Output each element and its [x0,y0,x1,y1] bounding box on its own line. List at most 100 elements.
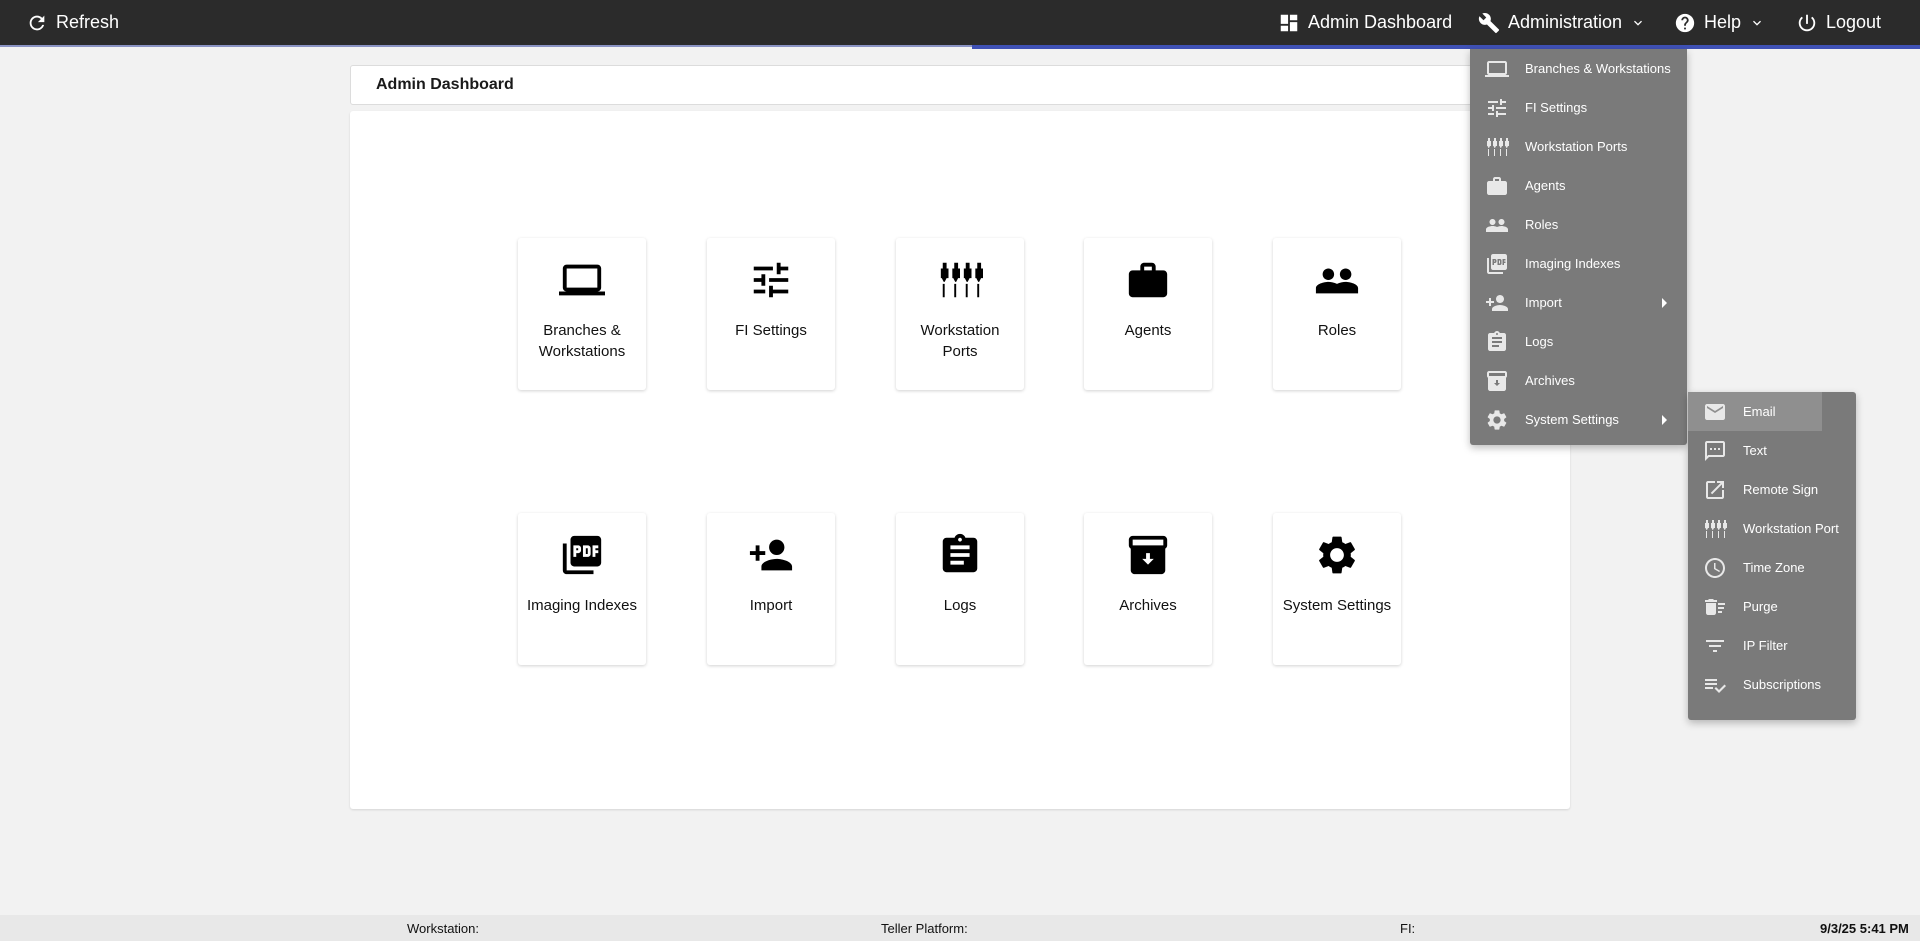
ports-icon [937,257,983,303]
submenu-item-text[interactable]: Text [1688,431,1856,470]
status-bar: Workstation: Teller Platform: FI: 9/3/25… [0,915,1920,941]
menu-item-label: Workstation Ports [1525,139,1628,154]
people-icon [1314,257,1360,303]
page-header: Admin Dashboard [350,65,1570,105]
progress-track [0,45,972,47]
tile-imaging-indexes[interactable]: Imaging Indexes [518,513,646,665]
laptop-icon [559,257,605,303]
submenu-item-label: Remote Sign [1743,482,1819,497]
tile-archives[interactable]: Archives [1084,513,1212,665]
menu-item-workstation-ports[interactable]: Workstation Ports [1470,127,1687,166]
menu-item-archives[interactable]: Archives [1470,361,1687,400]
admin-dashboard-link[interactable]: Admin Dashboard [1278,0,1452,45]
menu-item-system-settings[interactable]: System Settings [1470,400,1687,439]
fi-status: FI: [1400,921,1416,936]
pdf-icon [1485,252,1509,276]
workstation-status: Workstation: [407,921,480,936]
tile-label: Import [749,597,793,614]
menu-item-label: Logs [1525,334,1554,349]
laptop-icon [1485,57,1509,81]
open-external-icon [1703,478,1727,502]
people-icon [1485,213,1509,237]
refresh-button[interactable]: Refresh [26,0,119,45]
menu-item-agents[interactable]: Agents [1470,166,1687,205]
briefcase-icon [1485,174,1509,198]
tile-workstation-ports[interactable]: Workstation Ports [896,238,1024,390]
tune-icon [1485,96,1509,120]
menu-item-imaging-indexes[interactable]: Imaging Indexes [1470,244,1687,283]
mail-icon [1703,400,1727,424]
filter-icon [1703,634,1727,658]
datetime-display: 9/3/25 5:41 PM [1820,921,1909,936]
chevron-down-icon [1630,15,1646,31]
tile-label: Imaging Indexes [526,597,638,614]
tile-label: Archives [1119,597,1177,614]
tile-branches-workstations[interactable]: Branches & Workstations [518,238,646,390]
menu-item-logs[interactable]: Logs [1470,322,1687,361]
help-menu-button[interactable]: Help [1674,0,1765,45]
menu-item-label: Agents [1525,178,1566,193]
tile-label: Logs [943,597,977,614]
sms-icon [1703,439,1727,463]
submenu-item-label: Workstation Port [1743,521,1839,536]
tile-label: Branches & Workstations [538,322,626,360]
submenu-item-time-zone[interactable]: Time Zone [1688,548,1856,587]
tile-roles[interactable]: Roles [1273,238,1401,390]
power-icon [1796,12,1818,34]
archive-icon [1485,369,1509,393]
menu-item-fi-settings[interactable]: FI Settings [1470,88,1687,127]
delete-sweep-icon [1703,595,1727,619]
submenu-arrow-icon [1662,414,1667,425]
submenu-item-label: Time Zone [1743,560,1805,575]
system-settings-submenu: Email Text Remote Sign Workstation Port … [1688,392,1856,720]
playlist-check-icon [1703,673,1727,697]
teller-platform-status: Teller Platform: [881,921,968,936]
person-add-icon [1485,291,1509,315]
dashboard-panel: Branches & Workstations FI Settings Work… [350,111,1570,809]
gear-icon [1485,408,1509,432]
menu-item-roles[interactable]: Roles [1470,205,1687,244]
submenu-item-label: Purge [1743,599,1778,614]
tile-label: Workstation Ports [920,322,1000,360]
submenu-item-label: Email [1743,404,1776,419]
submenu-item-email[interactable]: Email [1688,392,1822,431]
admin-dashboard-label: Admin Dashboard [1308,12,1453,32]
submenu-item-purge[interactable]: Purge [1688,587,1856,626]
tile-label: Agents [1124,322,1172,339]
submenu-item-label: Text [1743,443,1767,458]
top-navigation-bar: Refresh Admin Dashboard Administration H… [0,0,1920,49]
menu-item-label: Imaging Indexes [1525,256,1621,271]
tune-icon [748,257,794,303]
logout-button[interactable]: Logout [1796,0,1881,45]
tile-fi-settings[interactable]: FI Settings [707,238,835,390]
tile-logs[interactable]: Logs [896,513,1024,665]
menu-item-branches-workstations[interactable]: Branches & Workstations [1470,49,1687,88]
submenu-item-ip-filter[interactable]: IP Filter [1688,626,1856,665]
person-add-icon [748,532,794,578]
menu-item-label: Import [1525,295,1562,310]
tile-label: Roles [1317,322,1357,339]
dashboard-icon [1278,12,1300,34]
clipboard-icon [1485,330,1509,354]
help-label: Help [1704,12,1742,32]
ports-icon [1485,135,1509,159]
tile-import[interactable]: Import [707,513,835,665]
administration-label: Administration [1508,12,1623,32]
tile-label: System Settings [1282,597,1392,614]
wrench-icon [1478,12,1500,34]
menu-item-import[interactable]: Import [1470,283,1687,322]
submenu-item-subscriptions[interactable]: Subscriptions [1688,665,1856,704]
submenu-item-remote-sign[interactable]: Remote Sign [1688,470,1856,509]
menu-item-label: FI Settings [1525,100,1588,115]
submenu-item-workstation-port[interactable]: Workstation Port [1688,509,1856,548]
pdf-icon [559,532,605,578]
menu-item-label: Archives [1525,373,1575,388]
refresh-icon [26,12,48,34]
briefcase-icon [1125,257,1171,303]
submenu-item-label: Subscriptions [1743,677,1822,692]
menu-item-label: Branches & Workstations [1525,61,1671,76]
tile-system-settings[interactable]: System Settings [1273,513,1401,665]
administration-menu-button[interactable]: Administration [1478,0,1646,45]
administration-dropdown: Branches & Workstations FI Settings Work… [1470,49,1687,445]
tile-agents[interactable]: Agents [1084,238,1212,390]
